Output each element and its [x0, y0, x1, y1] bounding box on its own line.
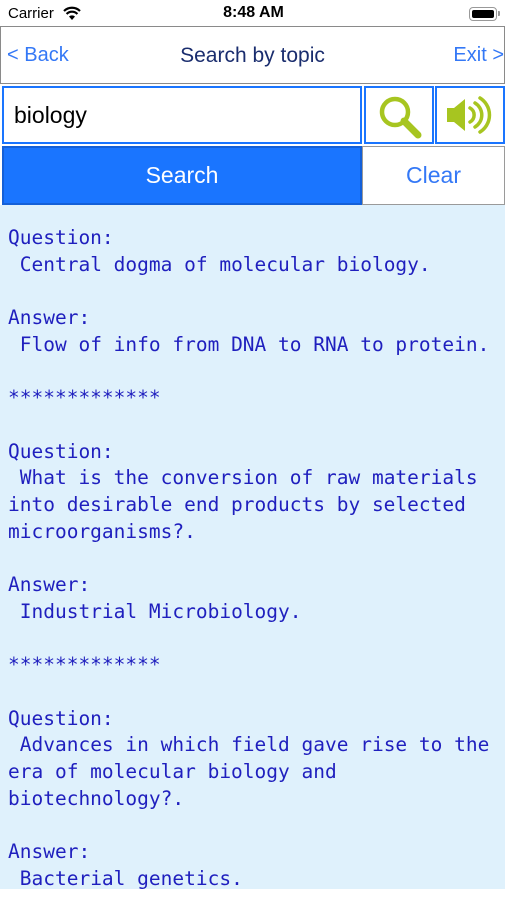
page-title: Search by topic — [180, 44, 325, 67]
results-panel[interactable]: Question: Central dogma of molecular bio… — [0, 205, 505, 889]
answer-text: Industrial Microbiology. — [8, 599, 302, 623]
search-row — [0, 86, 505, 146]
question-label: Question: — [8, 439, 114, 463]
action-row: Search Clear — [0, 146, 505, 205]
status-bar: Carrier 8:48 AM — [0, 0, 507, 26]
search-button[interactable]: Search — [2, 146, 362, 205]
magnifier-icon — [379, 96, 422, 139]
separator: ************* — [8, 386, 161, 410]
answer-label: Answer: — [8, 573, 91, 597]
battery-icon — [469, 7, 500, 21]
answer-text: Flow of info from DNA to RNA to protein. — [8, 332, 490, 356]
speak-button[interactable] — [435, 86, 505, 144]
question-label: Question: — [8, 706, 114, 730]
question-label: Question: — [8, 226, 114, 249]
answer-label: Answer: — [8, 306, 91, 330]
answer-text: Bacterial genetics. — [8, 866, 243, 889]
question-text: What is the conversion of raw materials … — [8, 466, 490, 543]
answer-label: Answer: — [8, 840, 91, 864]
results-text: Question: Central dogma of molecular bio… — [0, 205, 505, 889]
search-input[interactable] — [2, 86, 362, 144]
navigation-bar: < Back Search by topic Exit > — [0, 26, 505, 84]
exit-button[interactable]: Exit > — [453, 44, 504, 67]
clear-button[interactable]: Clear — [362, 146, 505, 205]
separator: ************* — [8, 653, 161, 677]
question-text: Central dogma of molecular biology. — [8, 252, 431, 276]
speaker-icon — [447, 96, 492, 134]
search-icon-button[interactable] — [364, 86, 434, 144]
question-text: Advances in which field gave rise to the… — [8, 733, 502, 810]
clock: 8:48 AM — [223, 4, 284, 21]
